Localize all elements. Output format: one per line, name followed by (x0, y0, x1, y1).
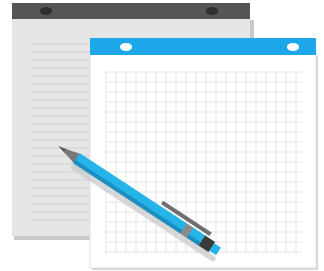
lined-binding-hole-right (206, 7, 218, 15)
grid-binding-hole-left (120, 43, 132, 51)
notepads-and-pen-illustration (0, 0, 324, 271)
grid-binding-hole-right (287, 43, 299, 51)
lined-binding-hole-left (40, 7, 52, 15)
